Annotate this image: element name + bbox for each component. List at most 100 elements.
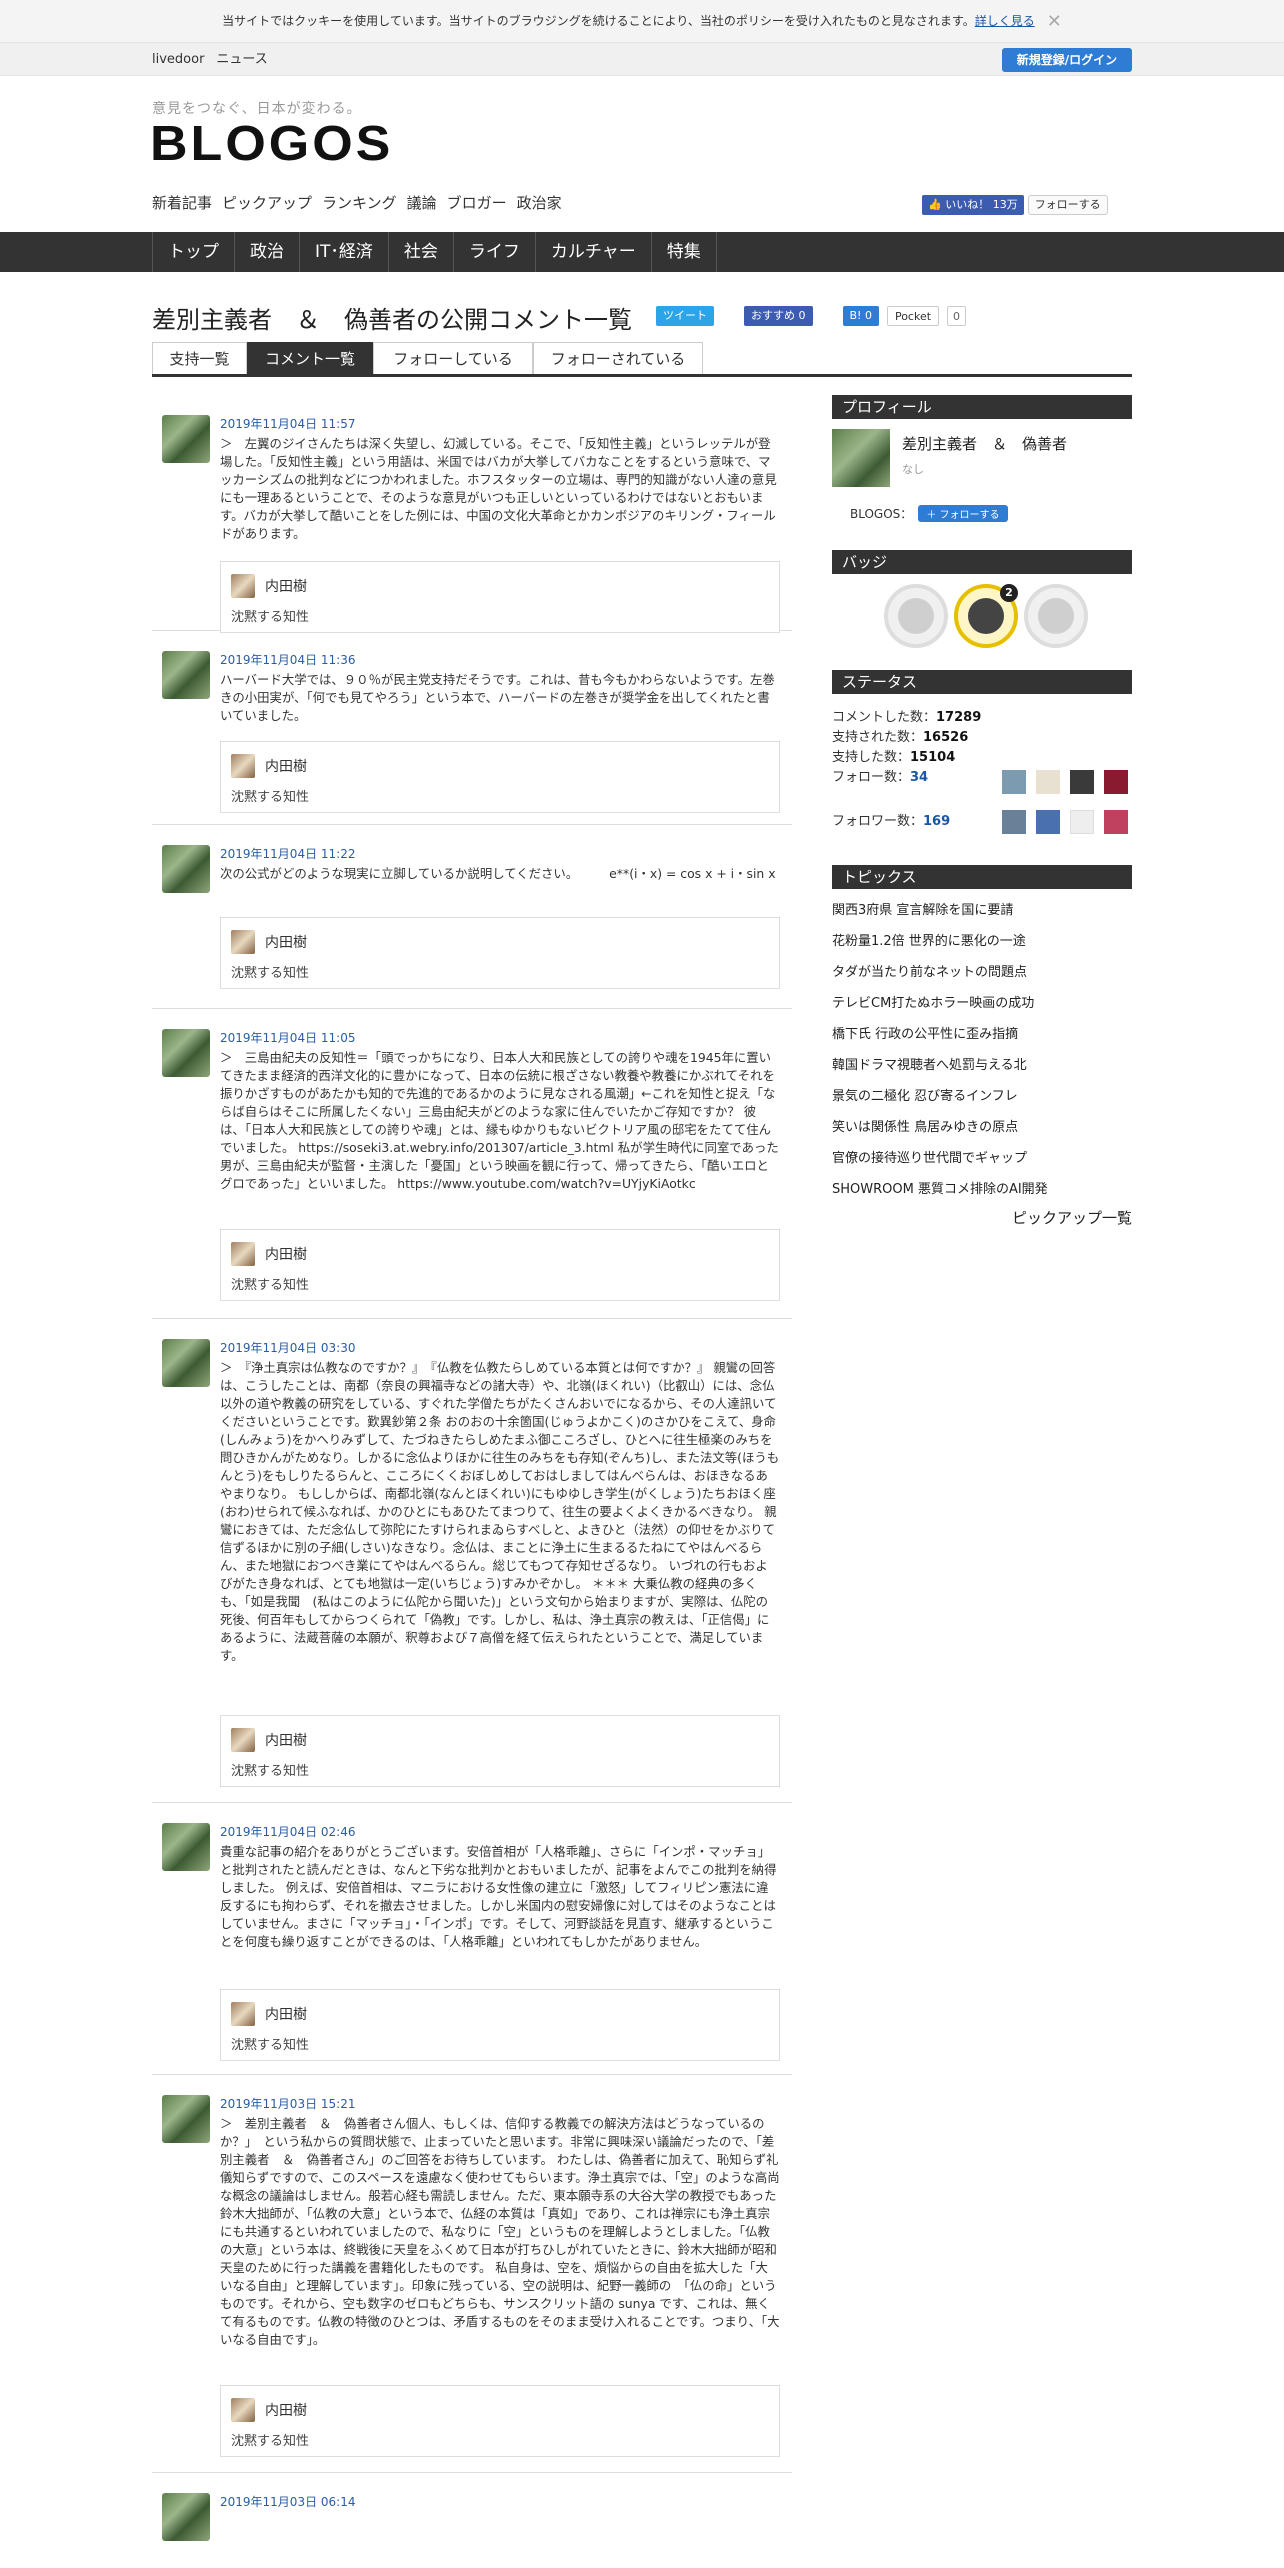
status-label: フォロー数： xyxy=(832,770,911,785)
comment-date[interactable]: 2019年11月04日 11:36 xyxy=(220,651,355,668)
comment-date[interactable]: 2019年11月04日 11:57 xyxy=(220,415,355,432)
author-avatar xyxy=(231,574,255,598)
topic-link[interactable]: 官僚の接待巡り世代間でギャップ xyxy=(832,1147,1027,1166)
author-name: 内田樹 xyxy=(265,579,307,595)
badge-count: 2 xyxy=(1000,584,1018,602)
following-avatar[interactable] xyxy=(1036,770,1060,794)
follower-avatar[interactable] xyxy=(1036,810,1060,834)
avatar[interactable] xyxy=(162,845,210,893)
topic-link[interactable]: タダが当たり前なネットの問題点 xyxy=(832,961,1027,980)
gnav-top[interactable]: トップ xyxy=(152,232,235,272)
gnav-society[interactable]: 社会 xyxy=(389,232,454,272)
avatar[interactable] xyxy=(162,415,210,463)
facebook-recommend-button[interactable]: おすすめ 0 xyxy=(744,306,813,326)
tab-support-list[interactable]: 支持一覧 xyxy=(152,342,247,374)
cookie-text: 当サイトではクッキーを使用しています。当サイトのブラウジングを続けることにより、… xyxy=(222,14,975,28)
author-avatar xyxy=(231,2002,255,2026)
gnav-culture[interactable]: カルチャー xyxy=(536,232,652,272)
badge-icon: 2 xyxy=(954,584,1018,648)
topic-link[interactable]: SHOWROOM 悪質コメ排除のAI開発 xyxy=(832,1178,1048,1197)
avatar[interactable] xyxy=(162,2095,210,2143)
comment-entry: 2019年11月04日 02:46 貴重な記事の紹介をありがとうございます。安倍… xyxy=(152,1803,792,2075)
topic-link[interactable]: 笑いは関係性 鳥居みゆきの原点 xyxy=(832,1116,1018,1135)
status-row: コメントした数：17289 xyxy=(832,706,981,725)
gnav-politics[interactable]: 政治 xyxy=(235,232,300,272)
topic-link[interactable]: 景気の二極化 忍び寄るインフレ xyxy=(832,1085,1018,1104)
login-button[interactable]: 新規登録/ログイン xyxy=(1002,48,1132,72)
follower-avatar[interactable] xyxy=(1002,810,1026,834)
pocket-button[interactable]: Pocket xyxy=(886,306,940,326)
comment-entry: 2019年11月04日 11:57 ＞ 左翼のジイさんたちは深く失望し、幻滅して… xyxy=(152,395,792,633)
follow-button[interactable]: ＋ フォローする xyxy=(918,505,1008,522)
tab-comment-list[interactable]: コメント一覧 xyxy=(247,342,373,374)
page-title: 差別主義者 ＆ 偽善者の公開コメント一覧 xyxy=(152,306,632,334)
subnav-ranking[interactable]: ランキング xyxy=(322,194,397,212)
subnav-pickup[interactable]: ピックアップ xyxy=(222,194,312,212)
comment-text: ＞ 『浄土真宗は仏教なのですか？』 『仏教を仏教たらしめている本質とは何ですか？… xyxy=(220,1360,780,1663)
gnav-special[interactable]: 特集 xyxy=(652,232,717,272)
article-card[interactable]: 内田樹 沈黙する知性 xyxy=(220,1989,780,2061)
badge-icon xyxy=(1024,584,1088,648)
hatena-bookmark-button[interactable]: B! 0 xyxy=(842,306,879,326)
following-avatar[interactable] xyxy=(1104,770,1128,794)
follower-avatar[interactable] xyxy=(1070,810,1094,834)
gnav-it-economy[interactable]: IT･経済 xyxy=(300,232,389,272)
comment-text: ＞ 三島由紀夫の反知性＝「頭でっかちになり、日本人大和民族としての誇りや魂を19… xyxy=(220,1050,779,1191)
avatar[interactable] xyxy=(162,1339,210,1387)
tweet-button[interactable]: ツイート xyxy=(656,306,714,326)
follower-avatar[interactable] xyxy=(1104,810,1128,834)
article-card[interactable]: 内田樹 沈黙する知性 xyxy=(220,917,780,989)
news-link[interactable]: ニュース xyxy=(216,52,267,67)
author-avatar xyxy=(231,2398,255,2422)
twitter-follow-button[interactable]: フォローする xyxy=(1027,195,1108,215)
comment-date[interactable]: 2019年11月03日 06:14 xyxy=(220,2493,355,2510)
topic-link[interactable]: 関西3府県 宣言解除を国に要請 xyxy=(832,899,1013,918)
topic-link[interactable]: 韓国ドラマ視聴者へ処罰与える北 xyxy=(832,1054,1027,1073)
facebook-like-button[interactable]: 👍 いいね！ 13万 xyxy=(922,195,1024,215)
close-icon[interactable]: ✕ xyxy=(1047,1,1062,43)
status-heading: ステータス xyxy=(832,670,1132,694)
site-logo[interactable]: BLOGOS xyxy=(150,116,393,173)
avatar[interactable] xyxy=(162,1029,210,1077)
status-row: フォロー数：34 xyxy=(832,766,928,785)
comment-date[interactable]: 2019年11月03日 15:21 xyxy=(220,2095,355,2112)
avatar[interactable] xyxy=(162,2493,210,2541)
comment-date[interactable]: 2019年11月04日 11:22 xyxy=(220,845,355,862)
topic-link[interactable]: 花粉量1.2倍 世界的に悪化の一途 xyxy=(832,930,1026,949)
article-card[interactable]: 内田樹 沈黙する知性 xyxy=(220,741,780,813)
topic-link[interactable]: 橋下氏 行政の公平性に歪み指摘 xyxy=(832,1023,1018,1042)
status-value[interactable]: 169 xyxy=(923,814,950,829)
following-avatar[interactable] xyxy=(1070,770,1094,794)
author-avatar xyxy=(231,1728,255,1752)
avatar[interactable] xyxy=(162,651,210,699)
topic-link[interactable]: テレビCM打たぬホラー映画の成功 xyxy=(832,992,1034,1011)
comment-date[interactable]: 2019年11月04日 11:05 xyxy=(220,1029,355,1046)
tab-followers[interactable]: フォローされている xyxy=(533,342,703,374)
comment-entry: 2019年11月04日 11:05 ＞ 三島由紀夫の反知性＝「頭でっかちになり、… xyxy=(152,1009,792,1319)
tab-following[interactable]: フォローしている xyxy=(373,342,533,374)
subnav-new[interactable]: 新着記事 xyxy=(152,194,212,212)
article-card[interactable]: 内田樹 沈黙する知性 xyxy=(220,1229,780,1301)
cookie-details-link[interactable]: 詳しく見る xyxy=(975,14,1035,28)
badge-heading: バッジ xyxy=(832,550,1132,574)
social-buttons: 👍 いいね！ 13万 フォローする xyxy=(922,193,1108,215)
article-card[interactable]: 内田樹 沈黙する知性 xyxy=(220,1715,780,1787)
article-card[interactable]: 内田樹 沈黙する知性 xyxy=(220,2385,780,2457)
livedoor-link[interactable]: livedoor xyxy=(152,52,204,67)
comment-date[interactable]: 2019年11月04日 03:30 xyxy=(220,1339,355,1356)
status-value[interactable]: 34 xyxy=(910,770,928,785)
pickup-list-link[interactable]: ピックアップ一覧 xyxy=(1012,1207,1132,1228)
avatar[interactable] xyxy=(162,1823,210,1871)
comment-entry: 2019年11月04日 03:30 ＞ 『浄土真宗は仏教なのですか？』 『仏教を… xyxy=(152,1319,792,1803)
following-avatar[interactable] xyxy=(1002,770,1026,794)
article-card[interactable]: 内田樹 沈黙する知性 xyxy=(220,561,780,633)
global-nav: トップ 政治 IT･経済 社会 ライフ カルチャー 特集 xyxy=(0,232,1284,272)
comment-entry: 2019年11月03日 15:21 ＞ 差別主義者 ＆ 偽善者さん個人、もしくは… xyxy=(152,2075,792,2473)
comment-date[interactable]: 2019年11月04日 02:46 xyxy=(220,1823,355,1840)
subnav-blogger[interactable]: ブロガー xyxy=(447,194,507,212)
subnav-debate[interactable]: 議論 xyxy=(407,194,437,212)
cookie-banner: 当サイトではクッキーを使用しています。当サイトのブラウジングを続けることにより、… xyxy=(0,0,1284,42)
gnav-life[interactable]: ライフ xyxy=(454,232,536,272)
profile-avatar xyxy=(832,429,890,487)
subnav-politician[interactable]: 政治家 xyxy=(517,194,562,212)
